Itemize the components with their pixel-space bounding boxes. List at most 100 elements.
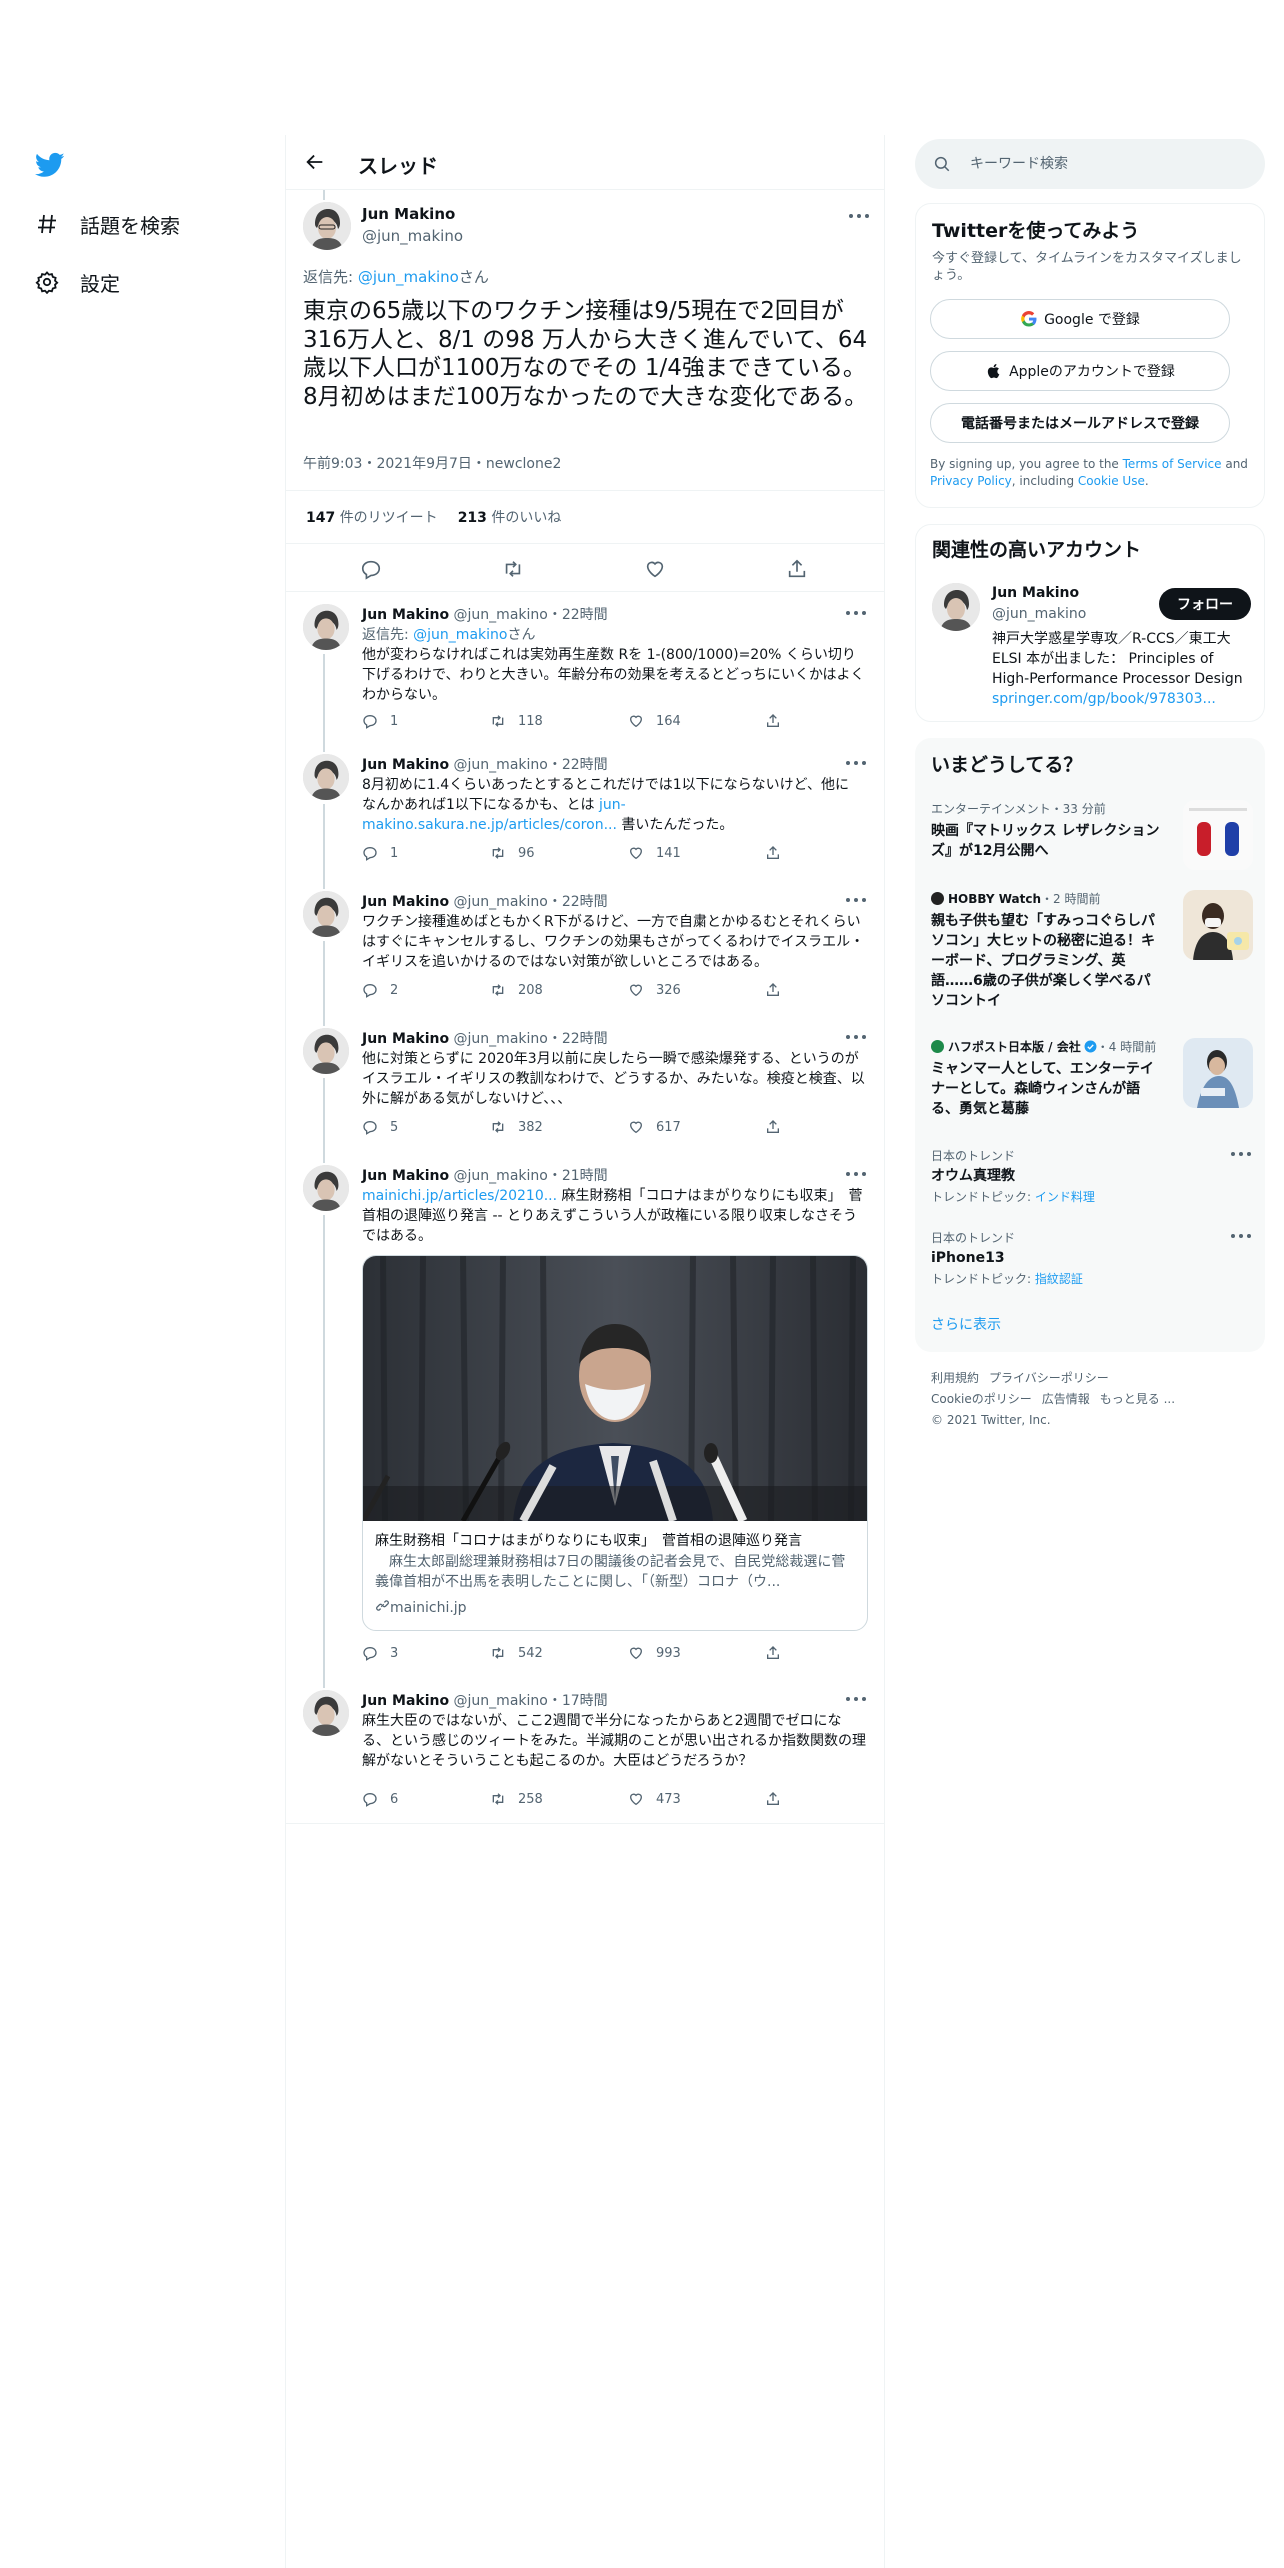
search-input[interactable] — [970, 139, 1250, 189]
reply-count[interactable]: 1 — [362, 713, 398, 729]
avatar[interactable] — [303, 604, 349, 650]
reply-count[interactable]: 6 — [362, 1791, 398, 1807]
follow-button[interactable]: フォロー — [1159, 588, 1251, 620]
reply-author-handle[interactable]: @jun_makino — [454, 1168, 548, 1184]
footer-ads-link[interactable]: 広告情報 — [1042, 1392, 1090, 1406]
tweet-timestamp[interactable]: 午前9:03・2021年9月7日・newclone2 — [303, 453, 561, 473]
reply-author-name[interactable]: Jun Makino — [362, 1031, 449, 1047]
trend-item[interactable]: エンターテインメント・33 分前 映画『マトリックス レザレクションズ』が12月… — [931, 800, 1253, 870]
more-icon[interactable] — [846, 760, 866, 766]
like-count[interactable]: 617 — [628, 1119, 681, 1135]
apple-signup-button[interactable]: Appleのアカウントで登録 — [930, 351, 1230, 391]
retweet-count[interactable]: 96 — [490, 845, 535, 861]
show-more-link[interactable]: さらに表示 — [931, 1314, 1001, 1334]
bio-link[interactable]: springer.com/gp/book/978303... — [992, 691, 1216, 707]
search-box[interactable] — [915, 139, 1265, 189]
like-icon[interactable] — [644, 558, 666, 580]
reply-tweet[interactable]: Jun Makino @jun_makino・17時間 麻生大臣のではないが、こ… — [286, 1678, 884, 1824]
avatar[interactable] — [303, 1690, 349, 1736]
footer-terms-link[interactable]: 利用規約 — [931, 1371, 979, 1385]
reply-time[interactable]: 22時間 — [562, 1031, 608, 1047]
link-card[interactable]: 麻生財務相「コロナはまがりなりにも収束」 菅首相の退陣巡り発言 麻生太郎副総理兼… — [362, 1255, 868, 1631]
related-account-handle[interactable]: @jun_makino — [992, 606, 1086, 622]
retweet-count[interactable]: 208 — [490, 982, 543, 998]
reply-time[interactable]: 22時間 — [562, 607, 608, 623]
like-count[interactable]: 141 — [628, 845, 681, 861]
reply-author-handle[interactable]: @jun_makino — [454, 894, 548, 910]
trend-item[interactable]: 日本のトレンド iPhone13 トレンドトピック: 指紋認証 — [931, 1229, 1251, 1287]
reply-author-name[interactable]: Jun Makino — [362, 894, 449, 910]
reply-tweet[interactable]: Jun Makino @jun_makino・21時間 mainichi.jp/… — [286, 1153, 884, 1678]
footer-more-link[interactable]: もっと見る ... — [1100, 1392, 1175, 1406]
avatar[interactable] — [932, 583, 980, 631]
footer-privacy-link[interactable]: プライバシーポリシー — [989, 1371, 1109, 1385]
nav-settings[interactable]: 設定 — [34, 262, 120, 302]
retweet-count[interactable]: 542 — [490, 1645, 543, 1661]
reply-time[interactable]: 22時間 — [562, 894, 608, 910]
avatar[interactable] — [303, 1165, 349, 1211]
trend-topic-link[interactable]: 指紋認証 — [1035, 1272, 1083, 1286]
retweet-icon[interactable] — [502, 558, 524, 580]
reply-author-handle[interactable]: @jun_makino — [454, 1031, 548, 1047]
more-icon[interactable] — [846, 1696, 866, 1702]
reply-author-name[interactable]: Jun Makino — [362, 1693, 449, 1709]
trend-item[interactable]: 日本のトレンド オウム真理教 トレンドトピック: インド料理 — [931, 1147, 1251, 1205]
avatar[interactable] — [303, 1028, 349, 1074]
more-icon[interactable] — [846, 1034, 866, 1040]
reply-count[interactable]: 5 — [362, 1119, 398, 1135]
likes-stat[interactable]: 213 件のいいね — [458, 507, 562, 527]
more-icon[interactable] — [1231, 1233, 1251, 1239]
reply-author-handle[interactable]: @jun_makino — [454, 1693, 548, 1709]
reply-icon[interactable] — [360, 558, 382, 580]
share-icon[interactable] — [786, 558, 808, 580]
reply-to-link[interactable]: @jun_makino — [358, 268, 459, 286]
more-icon[interactable] — [849, 213, 869, 219]
retweet-count[interactable]: 258 — [490, 1791, 543, 1807]
reply-author-name[interactable]: Jun Makino — [362, 757, 449, 773]
terms-of-service-link[interactable]: Terms of Service — [1123, 457, 1222, 471]
avatar[interactable] — [303, 754, 349, 800]
like-count[interactable]: 993 — [628, 1645, 681, 1661]
retweet-count[interactable]: 382 — [490, 1119, 543, 1135]
reply-to-link[interactable]: @jun_makino — [413, 627, 507, 643]
twitter-bird-icon[interactable] — [34, 150, 66, 180]
phone-email-signup-button[interactable]: 電話番号またはメールアドレスで登録 — [930, 403, 1230, 443]
avatar[interactable] — [303, 891, 349, 937]
google-signup-button[interactable]: Google で登録 — [930, 299, 1230, 339]
footer-cookie-link[interactable]: Cookieのポリシー — [931, 1392, 1032, 1406]
reply-author-handle[interactable]: @jun_makino — [454, 757, 548, 773]
reply-tweet[interactable]: Jun Makino @jun_makino・22時間 8月初めに1.4くらいあ… — [286, 742, 884, 879]
more-icon[interactable] — [1231, 1151, 1251, 1157]
trend-topic-link[interactable]: インド料理 — [1035, 1190, 1095, 1204]
trend-item[interactable]: HOBBY Watch ・2 時間前 親も子供も望む「すみっコぐらしパソコン」大ヒ… — [931, 890, 1253, 1011]
reply-count[interactable]: 3 — [362, 1645, 398, 1661]
reply-time[interactable]: 22時間 — [562, 757, 608, 773]
share-icon[interactable] — [765, 845, 793, 861]
share-icon[interactable] — [765, 1645, 793, 1661]
share-icon[interactable] — [765, 1119, 793, 1135]
reply-time[interactable]: 17時間 — [562, 1693, 608, 1709]
trend-item[interactable]: ハフポスト日本版 / 会社 ・4 時間前 ミャンマー人として、エンターテイナーとし… — [931, 1038, 1253, 1119]
reply-author-name[interactable]: Jun Makino — [362, 607, 449, 623]
share-icon[interactable] — [765, 1791, 793, 1807]
like-count[interactable]: 164 — [628, 713, 681, 729]
retweets-stat[interactable]: 147 件のリツイート — [306, 507, 438, 527]
share-icon[interactable] — [765, 982, 793, 998]
share-icon[interactable] — [765, 713, 793, 729]
avatar[interactable] — [303, 202, 351, 250]
reply-link[interactable]: mainichi.jp/articles/20210... — [362, 1188, 557, 1204]
privacy-policy-link[interactable]: Privacy Policy — [930, 474, 1012, 488]
reply-tweet[interactable]: Jun Makino @jun_makino・22時間 ワクチン接種進めばともか… — [286, 879, 884, 1016]
author-handle[interactable]: @jun_makino — [362, 227, 463, 245]
like-count[interactable]: 473 — [628, 1791, 681, 1807]
related-account-name[interactable]: Jun Makino — [992, 585, 1079, 601]
reply-count[interactable]: 2 — [362, 982, 398, 998]
back-arrow-icon[interactable] — [304, 151, 326, 173]
author-name[interactable]: Jun Makino — [362, 205, 455, 223]
reply-tweet[interactable]: Jun Makino @jun_makino・22時間 返信先: @jun_ma… — [286, 592, 884, 742]
cookie-use-link[interactable]: Cookie Use — [1078, 474, 1145, 488]
like-count[interactable]: 326 — [628, 982, 681, 998]
more-icon[interactable] — [846, 897, 866, 903]
reply-count[interactable]: 1 — [362, 845, 398, 861]
reply-author-handle[interactable]: @jun_makino — [454, 607, 548, 623]
